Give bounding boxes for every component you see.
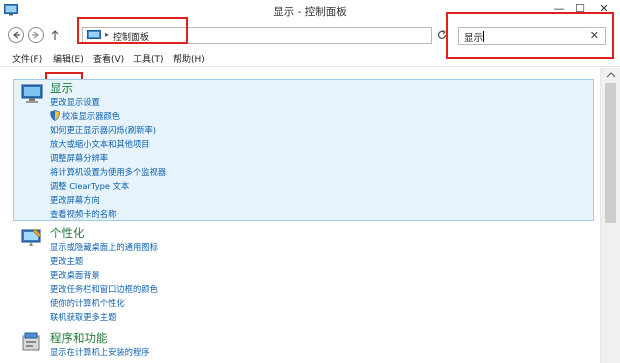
category-title-personalization[interactable]: 个性化 <box>50 225 85 241</box>
menu-tools[interactable]: 工具(T) <box>133 52 164 65</box>
scrollbar-thumb[interactable] <box>605 83 616 223</box>
display-icon <box>21 84 43 103</box>
link-cleartype[interactable]: 调整 ClearType 文本 <box>50 180 129 192</box>
link-calibrate-color[interactable]: 校准显示器颜色 <box>62 110 120 122</box>
menu-bar: 文件(F) 编辑(E) 查看(V) 工具(T) 帮助(H) <box>0 50 620 67</box>
category-title-programs[interactable]: 程序和功能 <box>50 330 108 346</box>
link-change-display-settings[interactable]: 更改显示设置 <box>50 96 100 108</box>
vertical-scrollbar[interactable] <box>600 68 620 363</box>
selected-category-highlight <box>13 79 594 221</box>
link-multiple-monitors[interactable]: 将计算机设置为使用多个监视器 <box>50 166 166 178</box>
link-installed-programs[interactable]: 显示在计算机上安装的程序 <box>50 346 150 358</box>
link-change-theme[interactable]: 更改主题 <box>50 255 83 267</box>
menu-view[interactable]: 查看(V) <box>93 52 124 65</box>
link-more-themes[interactable]: 联机获取更多主题 <box>50 311 116 323</box>
forward-button[interactable] <box>28 27 44 43</box>
menu-file[interactable]: 文件(F) <box>12 52 42 65</box>
back-button[interactable] <box>8 27 24 43</box>
link-taskbar-color[interactable]: 更改任务栏和窗口边框的颜色 <box>50 283 158 295</box>
menu-edit[interactable]: 编辑(E) <box>53 52 84 65</box>
link-desktop-icons[interactable]: 显示或隐藏桌面上的通用图标 <box>50 241 158 253</box>
link-personalize[interactable]: 使你的计算机个性化 <box>50 297 125 309</box>
menu-help[interactable]: 帮助(H) <box>173 52 205 65</box>
highlight-box-address <box>77 17 188 44</box>
link-zoom-text[interactable]: 放大或缩小文本和其他项目 <box>50 138 150 150</box>
link-video-card-name[interactable]: 查看视频卡的名称 <box>50 208 116 220</box>
link-fix-flicker[interactable]: 如何更正显示器闪烁(刷新率) <box>50 124 156 136</box>
forward-arrow-icon <box>32 31 40 39</box>
up-arrow-icon[interactable] <box>50 29 60 41</box>
link-screen-orientation[interactable]: 更改屏幕方向 <box>50 194 100 206</box>
scroll-up-arrow-icon[interactable] <box>606 71 616 79</box>
back-arrow-icon <box>12 31 20 39</box>
personalization-icon <box>21 228 42 246</box>
link-desktop-background[interactable]: 更改桌面背景 <box>50 269 100 281</box>
link-screen-resolution[interactable]: 调整屏幕分辨率 <box>50 152 108 164</box>
programs-icon <box>22 332 40 351</box>
category-title-display[interactable]: 显示 <box>50 80 73 96</box>
results-pane: 显示 更改显示设置 校准显示器颜色 如何更正显示器闪烁(刷新率) 放大或缩小文本… <box>0 68 600 363</box>
shield-icon <box>50 110 60 121</box>
